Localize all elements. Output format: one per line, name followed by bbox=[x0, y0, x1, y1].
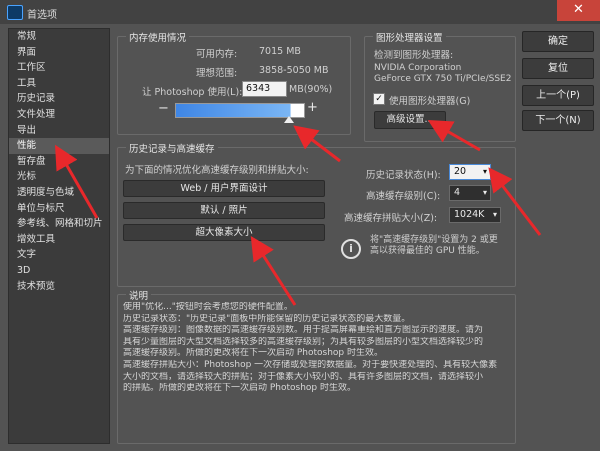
arrow-to-performance bbox=[55, 144, 99, 219]
arrow-to-huge-pixel-button bbox=[250, 235, 297, 306]
arrow-to-history-states bbox=[488, 167, 542, 236]
arrow-to-slider bbox=[293, 125, 341, 163]
arrow-to-advanced-settings bbox=[427, 120, 481, 152]
annotation-arrows bbox=[55, 120, 542, 306]
